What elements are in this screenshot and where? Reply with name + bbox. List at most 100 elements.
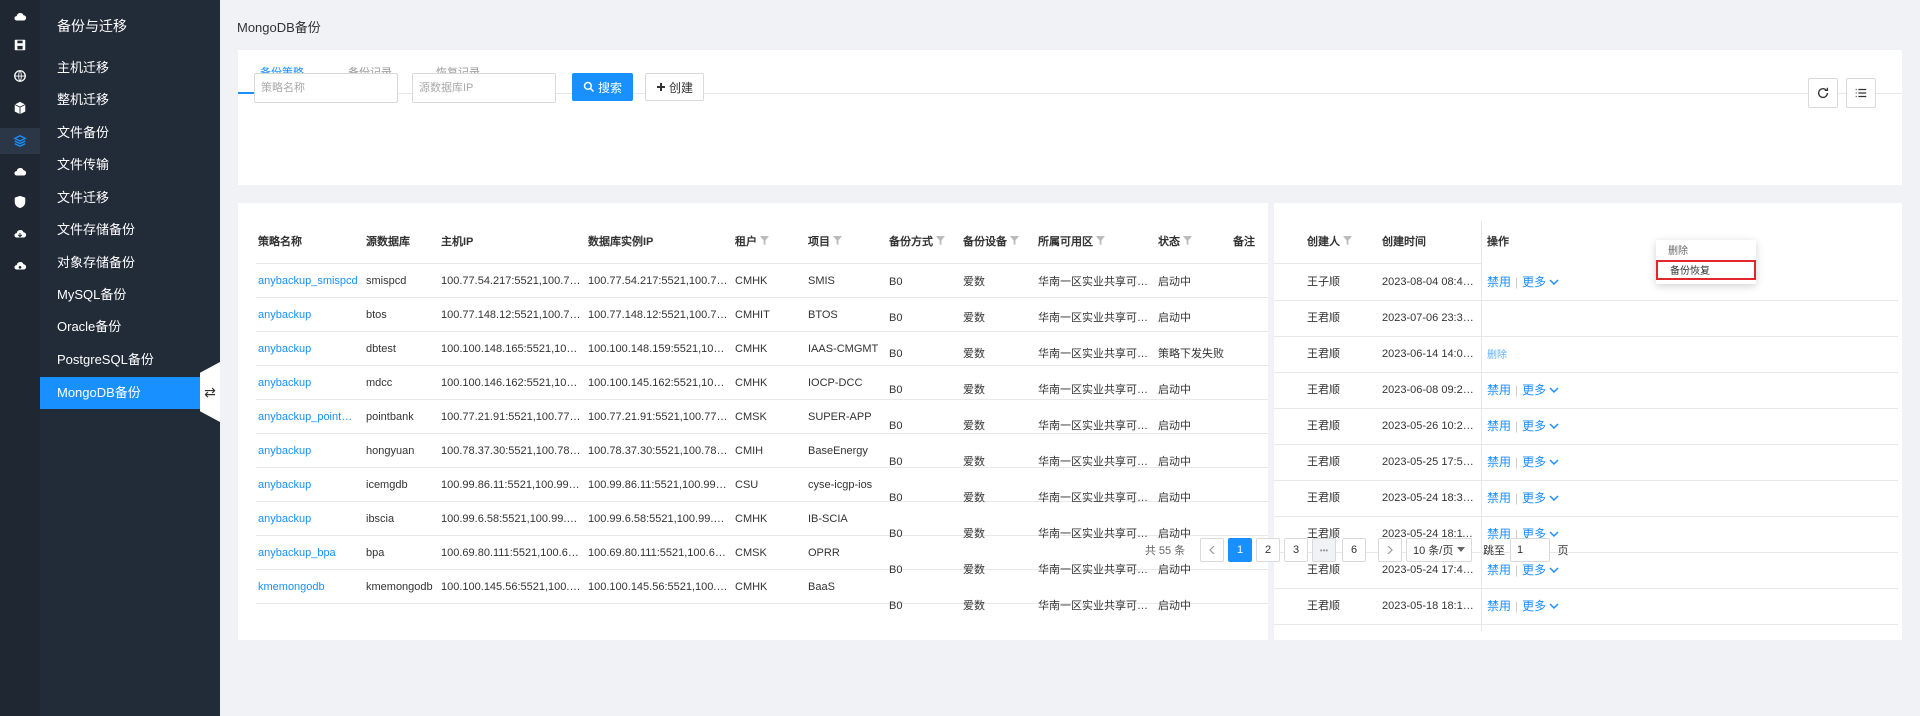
col-backup-device-header[interactable]: 备份设备: [963, 221, 1019, 263]
more-link[interactable]: 更多: [1522, 563, 1546, 577]
disable-link[interactable]: 禁用: [1487, 275, 1511, 289]
col-policy-name-cell[interactable]: anybackup: [258, 443, 358, 459]
dropdown-item-delete[interactable]: 删除: [1656, 242, 1756, 262]
col-policy-name-cell[interactable]: anybackup: [258, 375, 358, 391]
col-creator-cell: 王子顺: [1307, 276, 1340, 288]
disable-link[interactable]: 禁用: [1487, 419, 1511, 433]
col-policy-name-cell[interactable]: anybackup: [258, 511, 358, 527]
more-link[interactable]: 更多: [1522, 419, 1546, 433]
disable-link[interactable]: 禁用: [1487, 599, 1511, 613]
menu-item-mysql-backup[interactable]: MySQL备份: [40, 279, 200, 311]
dropdown-item-backup-restore[interactable]: 备份恢复: [1656, 260, 1756, 280]
disable-link[interactable]: 禁用: [1487, 491, 1511, 505]
col-policy-name-cell[interactable]: anybackup_bpa: [258, 545, 358, 561]
more-link[interactable]: 更多: [1522, 599, 1546, 613]
refresh-button[interactable]: [1808, 78, 1838, 108]
col-remark-cell: [1233, 598, 1297, 614]
row-delete-link[interactable]: 删除: [1487, 348, 1507, 364]
disable-link[interactable]: 禁用: [1487, 383, 1511, 397]
chevron-down-icon[interactable]: [1546, 563, 1559, 577]
menu-item-postgresql-backup[interactable]: PostgreSQL备份: [40, 344, 200, 376]
source-db-ip-input[interactable]: [412, 73, 556, 103]
disable-link[interactable]: 禁用: [1487, 455, 1511, 469]
menu-item-file-backup[interactable]: 文件备份: [40, 117, 200, 149]
disable-link[interactable]: 禁用: [1487, 563, 1511, 577]
search-icon: [583, 81, 595, 93]
create-button-label: 创建: [668, 80, 693, 95]
col-availability-zone-cell: 华南一区实业共享可用区2: [1038, 456, 1150, 468]
col-creator-header[interactable]: 创建人: [1307, 221, 1352, 263]
cube-icon[interactable]: [8, 96, 32, 120]
col-backup-mode-header[interactable]: 备份方式: [889, 221, 945, 263]
menu-item-whole-machine-migration[interactable]: 整机迁移: [40, 84, 200, 116]
globe-icon[interactable]: [8, 64, 32, 88]
filter-icon[interactable]: [833, 221, 842, 263]
col-creator-cell: 王君顺: [1307, 600, 1340, 612]
chevron-down-icon[interactable]: [1546, 491, 1559, 505]
layers-icon[interactable]: [0, 128, 40, 154]
row-divider: [1274, 300, 1898, 301]
save-icon[interactable]: [8, 33, 32, 57]
menu-item-file-transfer[interactable]: 文件传输: [40, 149, 200, 181]
chevron-down-icon[interactable]: [1546, 275, 1559, 289]
filter-icon[interactable]: [1096, 221, 1105, 263]
menu-item-mongodb-backup[interactable]: MongoDB备份: [40, 377, 200, 409]
pagination-next-button[interactable]: [1378, 538, 1402, 562]
pagination-page[interactable]: 2: [1256, 538, 1280, 562]
filter-icon[interactable]: [760, 221, 769, 263]
goto-page-input[interactable]: [1510, 538, 1550, 562]
filter-icon[interactable]: [1343, 221, 1352, 263]
create-button[interactable]: 创建: [645, 73, 704, 101]
menu-item-object-storage-backup[interactable]: 对象存储备份: [40, 247, 200, 279]
menu-item-file-storage-backup[interactable]: 文件存储备份: [40, 214, 200, 246]
pagination-page[interactable]: 1: [1228, 538, 1252, 562]
cloud-download-icon[interactable]: [8, 254, 32, 278]
more-link[interactable]: 更多: [1522, 275, 1546, 289]
table-card: 策略名称 源数据库 主机IP 数据库实例IP 租户 项目 备份方式 备份设备 所属可用区 状态 备注…: [238, 203, 1902, 640]
pagination-page[interactable]: 3: [1284, 538, 1308, 562]
row-operations: 禁用 | 更多: [1487, 418, 1559, 434]
column-settings-button[interactable]: [1846, 78, 1876, 108]
col-policy-name-cell[interactable]: anybackup_smispcd: [258, 273, 358, 289]
col-backup-mode-cell: B0: [889, 384, 903, 396]
page-size-select[interactable]: 10 条/页: [1406, 538, 1472, 562]
menu-item-file-migration[interactable]: 文件迁移: [40, 182, 200, 214]
menu-item-host-migration[interactable]: 主机迁移: [40, 52, 200, 84]
menu-item-oracle-backup[interactable]: Oracle备份: [40, 311, 200, 343]
col-host-ip-cell: 100.100.145.56:5521,100.1...: [441, 581, 581, 593]
search-button[interactable]: 搜索: [572, 73, 633, 101]
col-policy-name-cell[interactable]: anybackup: [258, 341, 358, 357]
chevron-down-icon[interactable]: [1546, 419, 1559, 433]
filter-icon[interactable]: [1010, 221, 1019, 263]
chevron-down-icon[interactable]: [1546, 455, 1559, 469]
cloud-icon[interactable]: [8, 160, 32, 184]
cloud-sync-icon[interactable]: [8, 222, 32, 246]
col-project-header[interactable]: 项目: [808, 221, 842, 263]
filter-icon[interactable]: [1183, 221, 1192, 263]
col-host-ip-cell: 100.100.148.165:5521,100...: [441, 343, 581, 355]
col-policy-name-cell[interactable]: anybackup: [258, 307, 358, 323]
more-link[interactable]: 更多: [1522, 383, 1546, 397]
col-tenant-header[interactable]: 租户: [735, 221, 769, 263]
col-policy-name-cell[interactable]: anybackup_pointbank: [258, 409, 358, 425]
col-tenant-cell: CMIH: [735, 445, 764, 457]
shield-icon[interactable]: [8, 190, 32, 214]
col-policy-name-cell[interactable]: anybackup: [258, 477, 358, 493]
chevron-down-icon[interactable]: [1546, 383, 1559, 397]
pagination-ellipsis[interactable]: •••: [1312, 538, 1336, 562]
col-policy-name-cell[interactable]: kmemongodb: [258, 579, 358, 595]
col-host-ip-cell: 100.77.21.91:5521,100.77.2...: [441, 411, 581, 423]
pagination-prev-button[interactable]: [1200, 538, 1224, 562]
col-status-cell: 启动中: [1158, 492, 1191, 504]
more-link[interactable]: 更多: [1522, 491, 1546, 505]
col-status-header[interactable]: 状态: [1158, 221, 1192, 263]
cloud-upload-icon[interactable]: [8, 5, 32, 29]
pagination-page[interactable]: 6: [1342, 538, 1366, 562]
col-availability-zone-header[interactable]: 所属可用区: [1038, 221, 1105, 263]
policy-name-input[interactable]: [254, 73, 398, 103]
op-separator: |: [1515, 275, 1519, 289]
chevron-down-icon[interactable]: [1546, 599, 1559, 613]
filter-icon[interactable]: [936, 221, 945, 263]
col-creator-cell: 王君顺: [1307, 456, 1340, 468]
more-link[interactable]: 更多: [1522, 455, 1546, 469]
